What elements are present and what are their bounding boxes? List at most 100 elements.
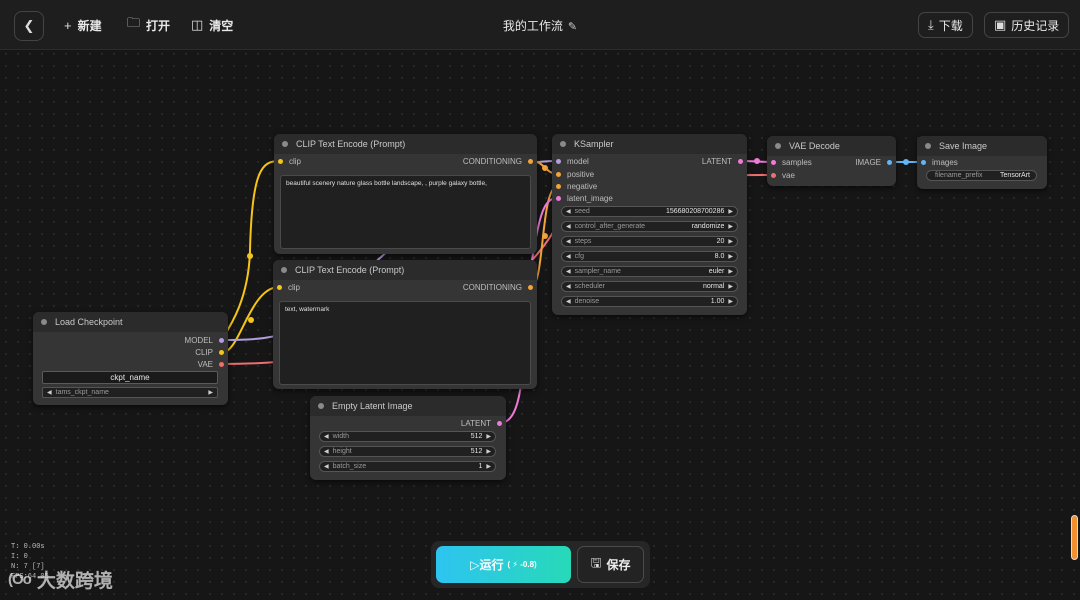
collapse-dot-icon[interactable] bbox=[925, 143, 931, 149]
arrow-right-icon[interactable]: ▶ bbox=[728, 223, 733, 230]
arrow-left-icon[interactable]: ◀ bbox=[324, 448, 329, 455]
arrow-left-icon[interactable]: ◀ bbox=[566, 283, 571, 290]
arrow-left-icon[interactable]: ◀ bbox=[324, 433, 329, 440]
slot-dot-icon bbox=[528, 284, 533, 290]
output-latent[interactable]: LATENT bbox=[702, 156, 747, 166]
output-vae[interactable]: VAE bbox=[198, 359, 228, 369]
input-samples[interactable]: samples bbox=[767, 157, 812, 167]
reroute-dot bbox=[247, 253, 253, 259]
arrow-left-icon[interactable]: ◀ bbox=[47, 389, 52, 396]
arrow-right-icon[interactable]: ▶ bbox=[728, 298, 733, 305]
slot-dot-icon bbox=[556, 195, 561, 201]
arrow-right-icon[interactable]: ▶ bbox=[728, 208, 733, 215]
output-conditioning[interactable]: CONDITIONING bbox=[463, 282, 537, 292]
slot-dot-icon bbox=[771, 159, 776, 165]
output-model[interactable]: MODEL bbox=[185, 335, 228, 345]
arrow-left-icon[interactable]: ◀ bbox=[566, 298, 571, 305]
reroute-dot bbox=[542, 165, 548, 171]
arrow-right-icon[interactable]: ▶ bbox=[728, 283, 733, 290]
watermark-logo: (Oo bbox=[8, 571, 32, 588]
clip-text-encode-positive-node[interactable]: CLIP Text Encode (Prompt) clip CONDITION… bbox=[274, 134, 537, 254]
slot-dot-icon bbox=[556, 158, 561, 164]
arrow-left-icon[interactable]: ◀ bbox=[566, 253, 571, 260]
widget-sampler-name[interactable]: ◀ sampler_name euler ▶ bbox=[561, 266, 738, 277]
widget-seed[interactable]: ◀ seed 156680208700286 ▶ bbox=[561, 206, 738, 217]
widget-height[interactable]: ◀ height 512 ▶ bbox=[319, 446, 496, 457]
slot-dot-icon bbox=[497, 420, 502, 426]
download-icon: ⤓ bbox=[928, 17, 934, 32]
slot-dot-icon bbox=[771, 172, 776, 178]
input-model[interactable]: model bbox=[552, 156, 589, 166]
input-positive[interactable]: positive bbox=[552, 169, 594, 179]
ksampler-node[interactable]: KSampler model LATENT positive negative … bbox=[552, 134, 747, 315]
input-negative[interactable]: negative bbox=[552, 181, 597, 191]
widget-cfg[interactable]: ◀ cfg 8.0 ▶ bbox=[561, 251, 738, 262]
save-icon: 🖫 bbox=[590, 554, 602, 570]
collapse-dot-icon[interactable] bbox=[41, 319, 47, 325]
load-checkpoint-node[interactable]: Load Checkpoint MODEL CLIP VAE ckpt_name… bbox=[33, 312, 228, 405]
slot-dot-icon bbox=[556, 171, 561, 177]
arrow-right-icon[interactable]: ▶ bbox=[728, 238, 733, 245]
watermark: (Oo 大数跨境 bbox=[8, 571, 113, 592]
arrow-left-icon[interactable]: ◀ bbox=[324, 463, 329, 470]
vae-decode-node[interactable]: VAE Decode samples IMAGE vae bbox=[767, 136, 896, 186]
top-bar: ❮ + 新建 🗀 打开 ◫ 清空 我的工作流 ✎ ⤓ 下载 ▣ 历史记录 bbox=[0, 0, 1080, 50]
input-images[interactable]: images bbox=[917, 157, 958, 167]
history-icon: ▣ bbox=[994, 17, 1007, 32]
collapse-dot-icon[interactable] bbox=[560, 141, 566, 147]
slot-dot-icon bbox=[528, 158, 533, 164]
ckpt-name-field[interactable]: ckpt_name bbox=[42, 371, 218, 384]
output-latent[interactable]: LATENT bbox=[461, 418, 506, 428]
arrow-left-icon[interactable]: ◀ bbox=[566, 223, 571, 230]
arrow-right-icon[interactable]: ▶ bbox=[728, 268, 733, 275]
collapse-dot-icon[interactable] bbox=[775, 143, 781, 149]
slot-dot-icon bbox=[556, 183, 561, 189]
history-button[interactable]: ▣ 历史记录 bbox=[984, 12, 1070, 38]
slot-dot-icon bbox=[887, 159, 892, 165]
reroute-dot bbox=[754, 158, 760, 164]
action-bar: ▷运行 ( ⚡ -0.8) 🖫 保存 bbox=[431, 541, 650, 588]
arrow-left-icon[interactable]: ◀ bbox=[566, 268, 571, 275]
clip-text-encode-negative-node[interactable]: CLIP Text Encode (Prompt) clip CONDITION… bbox=[273, 260, 537, 389]
prompt-textarea[interactable]: text, watermark bbox=[279, 301, 531, 385]
collapse-dot-icon[interactable] bbox=[318, 403, 324, 409]
output-image[interactable]: IMAGE bbox=[855, 157, 896, 167]
arrow-right-icon[interactable]: ▶ bbox=[208, 389, 213, 396]
input-latent-image[interactable]: latent_image bbox=[552, 193, 613, 203]
input-clip[interactable]: clip bbox=[274, 156, 301, 166]
arrow-right-icon[interactable]: ▶ bbox=[486, 463, 491, 470]
arrow-left-icon[interactable]: ◀ bbox=[566, 238, 571, 245]
widget-denoise[interactable]: ◀ denoise 1.00 ▶ bbox=[561, 296, 738, 307]
run-button[interactable]: ▷运行 ( ⚡ -0.8) bbox=[436, 546, 571, 583]
save-image-node[interactable]: Save Image images filename_prefix Tensor… bbox=[917, 136, 1047, 189]
widget-filename-prefix[interactable]: filename_prefix TensorArt bbox=[926, 170, 1037, 181]
widget-steps[interactable]: ◀ steps 20 ▶ bbox=[561, 236, 738, 247]
input-clip[interactable]: clip bbox=[273, 282, 300, 292]
slot-dot-icon bbox=[921, 159, 926, 165]
node-links bbox=[215, 158, 922, 424]
collapse-dot-icon[interactable] bbox=[282, 141, 288, 147]
slot-dot-icon bbox=[219, 337, 224, 343]
arrow-right-icon[interactable]: ▶ bbox=[728, 253, 733, 260]
link-clip-negative bbox=[222, 286, 280, 353]
input-vae[interactable]: vae bbox=[767, 170, 795, 180]
arrow-left-icon[interactable]: ◀ bbox=[566, 208, 571, 215]
download-button[interactable]: ⤓ 下载 bbox=[918, 12, 973, 38]
widget-width[interactable]: ◀ width 512 ▶ bbox=[319, 431, 496, 442]
save-button[interactable]: 🖫 保存 bbox=[577, 546, 644, 583]
scrollbar-thumb[interactable] bbox=[1071, 515, 1078, 560]
arrow-right-icon[interactable]: ▶ bbox=[486, 448, 491, 455]
widget-batch-size[interactable]: ◀ batch_size 1 ▶ bbox=[319, 461, 496, 472]
output-conditioning[interactable]: CONDITIONING bbox=[463, 156, 537, 166]
arrow-right-icon[interactable]: ▶ bbox=[486, 433, 491, 440]
output-clip[interactable]: CLIP bbox=[195, 347, 228, 357]
edit-pencil-icon[interactable]: ✎ bbox=[568, 21, 577, 33]
widget-scheduler[interactable]: ◀ scheduler normal ▶ bbox=[561, 281, 738, 292]
tams-ckpt-name-widget[interactable]: ◀ tams_ckpt_name ▶ bbox=[42, 387, 218, 398]
widget-control-after-generate[interactable]: ◀ control_after_generate randomize ▶ bbox=[561, 221, 738, 232]
collapse-dot-icon[interactable] bbox=[281, 267, 287, 273]
empty-latent-image-node[interactable]: Empty Latent Image LATENT ◀ width 512 ▶ ◀ he… bbox=[310, 396, 506, 480]
reroute-dot bbox=[248, 317, 254, 323]
prompt-textarea[interactable]: beautiful scenery nature glass bottle la… bbox=[280, 175, 531, 249]
slot-dot-icon bbox=[219, 361, 224, 367]
